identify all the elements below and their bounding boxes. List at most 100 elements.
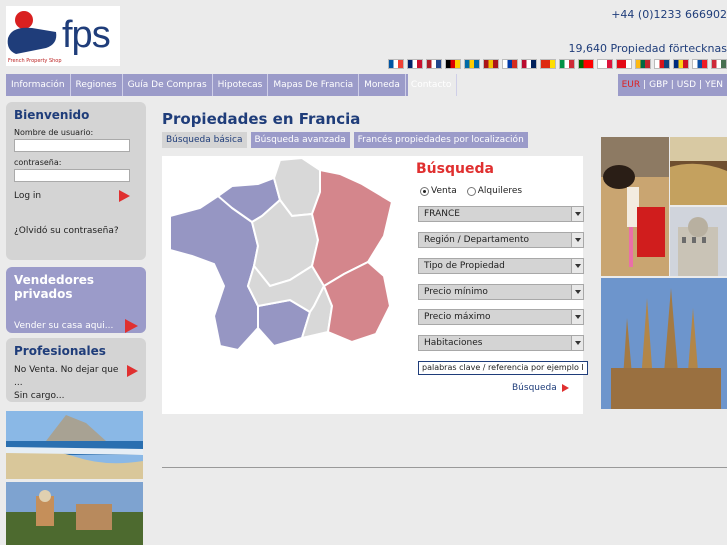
logo[interactable]: fps French Property Shop <box>6 6 120 66</box>
logo-tagline: French Property Shop <box>8 58 62 64</box>
norway-flag[interactable] <box>521 59 537 69</box>
bullfighter-photo <box>601 137 669 276</box>
professionals-line1[interactable]: No Venta. No dejar que ... <box>14 364 127 390</box>
currency-separator: | <box>670 80 674 90</box>
main-nav: Información Regiones Guía De Compras Hipote… <box>6 74 458 96</box>
park-guell-photo <box>6 482 143 545</box>
private-sellers-box: Vendedores privados Vender su casa aqui.… <box>6 267 146 333</box>
poland-flag[interactable] <box>597 59 613 69</box>
russia-flag[interactable] <box>502 59 518 69</box>
currency-separator: | <box>699 80 703 90</box>
country-select-value: FRANCE <box>424 209 460 219</box>
password-input[interactable] <box>14 169 130 182</box>
professionals-title: Profesionales <box>14 344 106 358</box>
france-map[interactable] <box>162 156 402 356</box>
turkey-flag[interactable] <box>616 59 632 69</box>
netherlands-flag[interactable] <box>426 59 442 69</box>
username-label: Nombre de usuario: <box>14 128 94 137</box>
currency-gbp[interactable]: GBP <box>649 80 668 90</box>
chevron-down-icon[interactable] <box>571 259 583 273</box>
search-panel: Búsqueda Venta Alquileres FRANCE Región … <box>162 156 588 414</box>
min-price-select[interactable]: Precio mínimo <box>418 284 584 300</box>
divider <box>162 467 727 468</box>
bedrooms-select[interactable]: Habitaciones <box>418 335 584 351</box>
radio-sale-dot[interactable] <box>420 186 429 196</box>
login-title: Bienvenido <box>14 108 90 122</box>
tab-0[interactable]: Búsqueda básica <box>162 132 247 148</box>
slovakia-flag[interactable] <box>692 59 708 69</box>
map-region-north-east[interactable] <box>310 168 394 288</box>
search-submit[interactable]: Búsqueda <box>512 383 569 393</box>
property-count: 19,640 Propiedad förtecknas <box>568 42 727 55</box>
property-type-select-value: Tipo de Propiedad <box>424 261 505 271</box>
logo-text: fps <box>62 14 111 56</box>
search-arrow-icon[interactable] <box>561 384 569 392</box>
sagrada-familia-photo <box>601 278 727 409</box>
romania-flag[interactable] <box>673 59 689 69</box>
currency-usd[interactable]: USD <box>677 80 696 90</box>
region-select-value: Región / Departamento <box>424 235 530 245</box>
france-flag[interactable] <box>388 59 404 69</box>
logo-mark-icon <box>7 11 57 54</box>
germany-flag[interactable] <box>445 59 461 69</box>
username-input[interactable] <box>14 139 130 152</box>
landscape-photo <box>670 137 727 205</box>
forgot-password-link[interactable]: ¿Olvidó su contraseña? <box>14 226 119 236</box>
chevron-down-icon[interactable] <box>571 310 583 324</box>
radio-sale[interactable]: Venta <box>420 186 457 196</box>
nav-item-1[interactable]: Regiones <box>71 74 123 96</box>
login-link[interactable]: Log in <box>14 191 41 201</box>
professionals-arrow-icon[interactable] <box>127 365 138 377</box>
lithuania-flag[interactable] <box>635 59 651 69</box>
radio-sale-label: Venta <box>431 186 457 196</box>
chevron-down-icon[interactable] <box>571 207 583 221</box>
phone-number: +44 (0)1233 666902 <box>611 8 727 21</box>
language-flags <box>388 59 727 69</box>
search-tabs: Búsqueda básica Búsqueda avanzada Francés … <box>162 132 528 148</box>
radio-rent-label: Alquileres <box>477 186 523 196</box>
professionals-box: Profesionales No Venta. No dejar que ...… <box>6 338 146 402</box>
currency-yen[interactable]: YEN <box>705 80 723 90</box>
chevron-down-icon[interactable] <box>571 336 583 350</box>
building-photo <box>670 207 727 276</box>
chevron-down-icon[interactable] <box>571 285 583 299</box>
sell-arrow-icon[interactable] <box>125 319 138 333</box>
property-type-select[interactable]: Tipo de Propiedad <box>418 258 584 274</box>
portugal-flag[interactable] <box>578 59 594 69</box>
nav-item-5[interactable]: Moneda <box>359 74 406 96</box>
nav-item-3[interactable]: Hipotecas <box>213 74 269 96</box>
nav-item-4[interactable]: Mapas De Francia <box>268 74 360 96</box>
spain-flag[interactable] <box>483 59 499 69</box>
tab-2[interactable]: Francés propiedades por localización <box>353 132 528 148</box>
italy-flag[interactable] <box>559 59 575 69</box>
login-arrow-icon[interactable] <box>119 190 130 202</box>
radio-rent[interactable]: Alquileres <box>466 186 523 196</box>
page-title: Propiedades en Francia <box>162 110 361 128</box>
currency-separator: | <box>643 80 647 90</box>
currency-eur[interactable]: EUR <box>622 80 641 90</box>
max-price-select-value: Precio máximo <box>424 312 491 322</box>
sweden-flag[interactable] <box>464 59 480 69</box>
keywords-input[interactable]: palabras clave / referencia por ejemplo … <box>418 361 588 375</box>
nav-item-2[interactable]: Guía De Compras <box>123 74 213 96</box>
coast-photo <box>6 411 143 479</box>
chevron-down-icon[interactable] <box>571 233 583 247</box>
china-flag[interactable] <box>540 59 556 69</box>
nav-item-0[interactable]: Información <box>6 74 71 96</box>
max-price-select[interactable]: Precio máximo <box>418 309 584 325</box>
min-price-select-value: Precio mínimo <box>424 287 488 297</box>
uk-flag[interactable] <box>407 59 423 69</box>
password-label: contraseña: <box>14 158 62 167</box>
nav-item-6[interactable]: Contacto <box>406 74 458 96</box>
sell-house-link[interactable]: Vender su casa aqui... <box>14 321 113 331</box>
country-select[interactable]: FRANCE <box>418 206 584 222</box>
czech-flag[interactable] <box>654 59 670 69</box>
professionals-line2[interactable]: Sin cargo... <box>14 390 127 403</box>
tab-1[interactable]: Búsqueda avanzada <box>250 132 350 148</box>
region-select[interactable]: Región / Departamento <box>418 232 584 248</box>
hungary-flag[interactable] <box>711 59 727 69</box>
currency-switcher: EUR | GBP | USD | YEN <box>618 74 727 96</box>
radio-rent-dot[interactable] <box>466 186 476 196</box>
search-title: Búsqueda <box>416 161 494 177</box>
bedrooms-select-value: Habitaciones <box>424 338 483 348</box>
